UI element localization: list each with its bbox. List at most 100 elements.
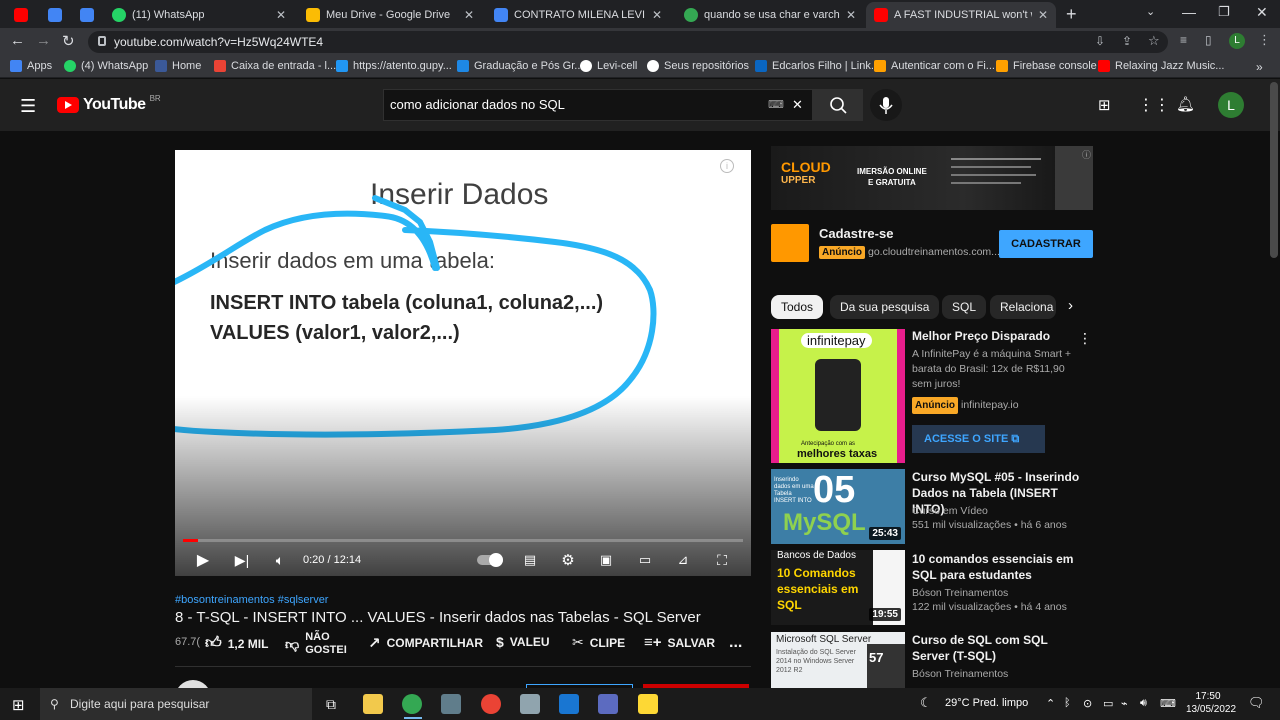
ad-info-icon[interactable]: ⓘ <box>1082 148 1091 161</box>
bookmark-repositorios[interactable]: Seus repositórios <box>647 60 749 72</box>
back-arrow-icon[interactable]: ← <box>10 32 25 49</box>
forward-arrow-icon[interactable]: → <box>36 32 51 49</box>
related-video-thumbnail[interactable]: Inserindo dados em uma Tabela INSERT INT… <box>771 469 905 544</box>
notifications-bell-icon[interactable]: 🔔︎ <box>1176 95 1195 113</box>
account-avatar[interactable]: L <box>1218 92 1244 118</box>
clear-search-icon[interactable]: ✕ <box>792 97 803 113</box>
media-controls-icon[interactable]: ≡ <box>1180 33 1187 47</box>
related-video-channel[interactable]: Bóson Treinamentos <box>912 667 1087 682</box>
close-tab-icon[interactable]: ✕ <box>846 8 856 22</box>
more-actions-icon[interactable]: ... <box>729 634 742 652</box>
search-input[interactable]: como adicionar dados no SQL <box>383 89 813 121</box>
related-video-thumbnail[interactable]: Microsoft SQL Server Instalação do SQL S… <box>771 632 905 688</box>
close-tab-icon[interactable]: ✕ <box>652 8 662 22</box>
bookmark-whatsapp[interactable]: (4) WhatsApp <box>64 60 148 72</box>
promo-thumbnail[interactable]: infinitepay Antecipação com as melhores … <box>771 329 905 463</box>
volume-tray-icon[interactable]: 🔊︎ <box>1140 697 1147 710</box>
next-video-icon[interactable]: ▶| <box>232 549 252 571</box>
chrome-menu-icon[interactable]: ⋮ <box>1258 32 1271 48</box>
bookmark-firebase-auth[interactable]: Autenticar com o Fi... <box>874 60 995 72</box>
meet-now-icon[interactable]: ⊙ <box>1083 697 1092 710</box>
tab-youtube-pinned[interactable] <box>6 2 36 28</box>
theater-mode-icon[interactable]: ▭ <box>634 549 656 571</box>
app-icon[interactable] <box>520 694 540 714</box>
voice-search-button[interactable] <box>870 89 902 121</box>
language-icon[interactable]: ⌨ <box>1160 697 1176 710</box>
close-tab-icon[interactable]: ✕ <box>464 8 474 22</box>
bookmark-graduacao[interactable]: Graduação e Pós Gr... <box>457 60 583 72</box>
photos-icon[interactable] <box>559 694 579 714</box>
related-video-channel[interactable]: Curso em Vídeo <box>912 504 1087 519</box>
bookmark-apps[interactable]: Apps <box>10 60 52 72</box>
tab-active-youtube[interactable]: A FAST INDUSTRIAL won't wor✕ <box>866 2 1056 28</box>
ad-title[interactable]: Cadastre-se <box>819 226 893 241</box>
video-player[interactable]: Inserir Dados Inserir dados em uma tabel… <box>175 150 751 576</box>
bookmark-levi-cell[interactable]: Levi-cell <box>580 60 637 72</box>
chips-next-icon[interactable]: › <box>1068 297 1073 314</box>
ad-cta-button[interactable]: CADASTRAR <box>999 230 1093 258</box>
bookmark-home[interactable]: Home <box>155 60 201 72</box>
chrome-icon[interactable] <box>402 694 422 714</box>
autoplay-toggle[interactable] <box>476 549 504 571</box>
chip-todos[interactable]: Todos <box>771 295 824 319</box>
minimize-window-icon[interactable]: — <box>1182 4 1196 20</box>
address-bar[interactable]: youtube.com/watch?v=Hz5Wq24WTE4 <box>88 31 1168 53</box>
new-tab-button[interactable]: + <box>1066 4 1077 25</box>
save-button[interactable]: ≡+ SALVAR <box>644 634 715 651</box>
reload-icon[interactable]: ↻ <box>62 32 75 50</box>
related-video-channel[interactable]: Bóson Treinamentos <box>912 586 1087 601</box>
keyboard-icon[interactable]: ⌨ <box>768 98 784 111</box>
side-panel-icon[interactable]: ▯ <box>1205 33 1212 47</box>
video-hashtags[interactable]: #bosontreinamentos #sqlserver <box>175 594 328 606</box>
close-tab-icon[interactable]: ✕ <box>276 8 286 22</box>
task-view-icon[interactable]: ⧉ <box>326 696 336 713</box>
bookmark-gupy[interactable]: https://atento.gupy... <box>336 60 452 72</box>
related-video-title[interactable]: 10 comandos essenciais em SQL para estud… <box>912 551 1082 583</box>
network-icon[interactable]: ⌁ <box>1121 697 1128 710</box>
tab-search-chevron-icon[interactable]: ⌄ <box>1146 5 1155 18</box>
notepad-icon[interactable] <box>441 694 461 714</box>
youtube-logo[interactable]: YouTube BR <box>57 94 161 114</box>
search-button[interactable] <box>813 89 863 121</box>
page-scrollbar[interactable] <box>1270 82 1278 258</box>
clip-button[interactable]: ✂ CLIPE <box>572 634 625 651</box>
bookmark-linkedin[interactable]: Edcarlos Filho | Link... <box>755 60 880 72</box>
related-video-title[interactable]: Curso de SQL com SQL Server (T-SQL) <box>912 632 1082 664</box>
tab-docs-pinned[interactable] <box>40 2 70 28</box>
chip-sql[interactable]: SQL <box>942 295 987 319</box>
install-icon[interactable]: ⇩ <box>1095 34 1105 48</box>
progress-bar[interactable] <box>183 539 743 542</box>
promo-more-icon[interactable]: ⋮ <box>1078 330 1092 347</box>
dislike-button[interactable]: 👎︎ NÃO GOSTEI <box>285 631 347 657</box>
close-tab-icon[interactable]: ✕ <box>1038 8 1048 22</box>
tab-google-drive[interactable]: Meu Drive - Google Drive ✕ <box>298 2 482 28</box>
cast-icon[interactable]: ⊿ <box>673 549 693 571</box>
create-video-icon[interactable]: ⊞ <box>1098 96 1111 114</box>
chip-da-sua-pesquisa[interactable]: Da sua pesquisa <box>830 295 940 319</box>
apps-grid-icon[interactable]: ⋮⋮ <box>1138 95 1170 115</box>
bookmark-jazz[interactable]: Relaxing Jazz Music... <box>1098 60 1224 72</box>
bluetooth-icon[interactable]: ᛒ <box>1064 697 1071 709</box>
bookmark-star-icon[interactable]: ☆ <box>1148 33 1160 49</box>
lock-icon[interactable] <box>98 36 106 46</box>
file-explorer-icon[interactable] <box>363 694 383 714</box>
tab-google-search[interactable]: quando se usa char e varchar - P✕ <box>676 2 864 28</box>
tray-chevron-icon[interactable]: ⌃ <box>1046 697 1055 710</box>
tab-whatsapp[interactable]: (11) WhatsApp ✕ <box>104 2 294 28</box>
promo-cta-button[interactable]: ACESSE O SITE ⧉ <box>912 425 1045 453</box>
thanks-button[interactable]: $ VALEU <box>496 634 550 650</box>
profile-avatar[interactable]: L <box>1229 33 1245 49</box>
info-icon[interactable]: i <box>720 159 734 173</box>
tab-docs-pinned-2[interactable] <box>72 2 102 28</box>
share-icon[interactable]: ⇪ <box>1122 34 1132 48</box>
promo-title[interactable]: Melhor Preço Disparado <box>912 328 1082 344</box>
notifications-icon[interactable]: 🗨︎ <box>1248 695 1265 711</box>
restore-window-icon[interactable]: ❐ <box>1218 4 1230 20</box>
play-button[interactable]: ▶ <box>193 549 213 571</box>
advertiser-logo[interactable] <box>771 224 809 262</box>
weather-moon-icon[interactable]: ☾ <box>920 695 932 711</box>
windows-start-icon[interactable]: ⊞ <box>12 696 25 714</box>
like-button[interactable]: 👍︎ 1,2 MIL <box>205 634 268 653</box>
chip-relacionados[interactable]: Relaciona <box>990 295 1056 319</box>
subtitles-icon[interactable]: ▤ <box>520 549 540 571</box>
